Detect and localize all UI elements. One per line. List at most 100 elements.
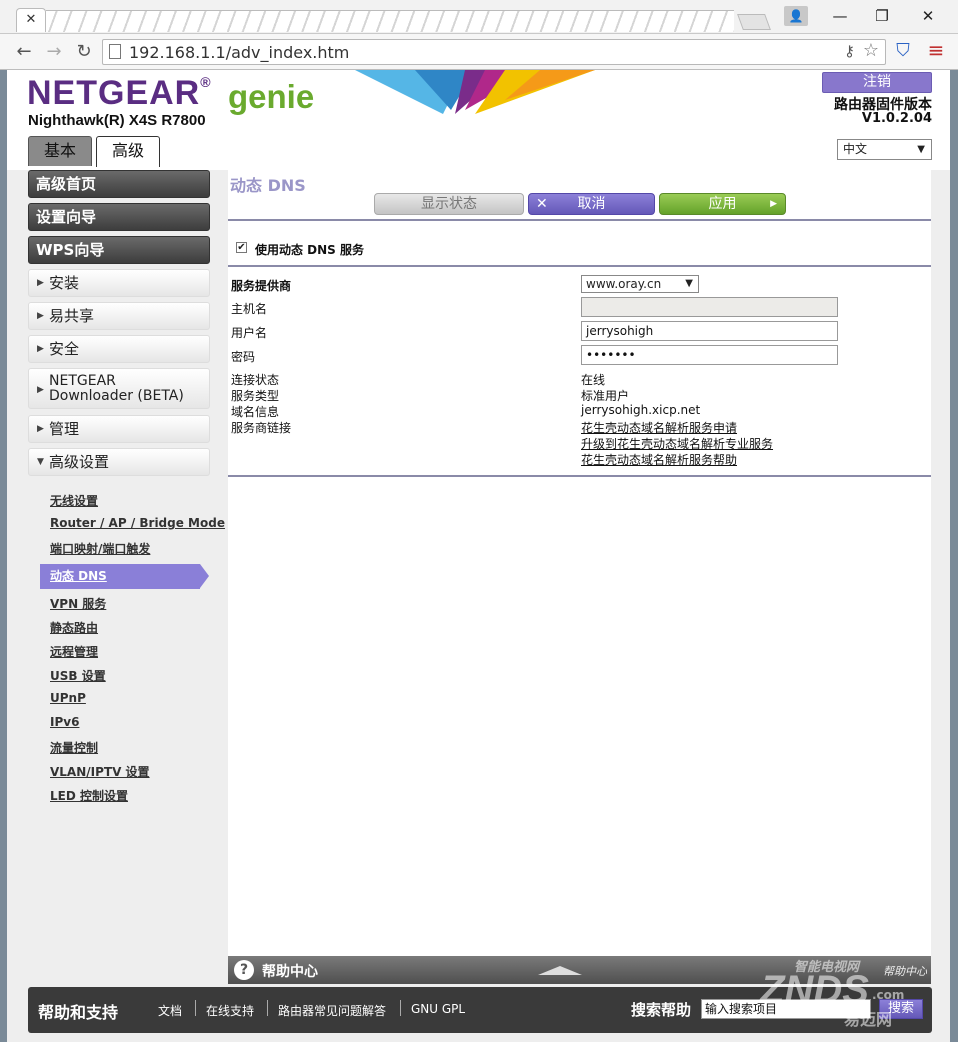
brand-swoosh-graphic xyxy=(355,70,595,114)
provider-links-label: 服务商链接 xyxy=(231,421,292,435)
sidebar-item-admin[interactable]: ▶ 管理 xyxy=(28,415,210,443)
divider xyxy=(228,475,931,477)
profile-icon[interactable]: 👤 xyxy=(784,6,808,26)
netgear-logo: NETGEAR® xyxy=(27,74,212,112)
chevron-right-icon: ▶ xyxy=(37,311,44,321)
language-select[interactable]: 中文 ▼ xyxy=(837,139,932,160)
sidebar-item-advanced-setup[interactable]: ▼ 高级设置 xyxy=(28,448,210,476)
bookmark-star-icon[interactable]: ☆ xyxy=(863,40,879,61)
provider-label: 服务提供商 xyxy=(231,279,292,293)
host-label: 主机名 xyxy=(231,302,268,316)
registered-mark: ® xyxy=(200,74,212,90)
tab-basic[interactable]: 基本 xyxy=(28,136,92,166)
browser-tabstrip: ✕ 👤 — ❐ ✕ xyxy=(0,0,958,34)
search-help-label: 搜索帮助 xyxy=(631,1001,692,1019)
use-ddns-label: 使用动态 DNS 服务 xyxy=(255,243,365,257)
footer-separator xyxy=(195,1000,196,1016)
username-input[interactable]: jerrysohigh xyxy=(581,321,838,341)
page-viewport: NETGEAR® genie Nighthawk(R) X4S R7800 注销… xyxy=(7,70,950,1042)
sub-link-dynamic-dns[interactable]: 动态 DNS xyxy=(40,564,200,589)
chevron-right-icon: ▶ xyxy=(770,199,777,209)
divider xyxy=(228,265,931,267)
sidebar-item-wps-wizard[interactable]: WPS向导 xyxy=(28,236,210,264)
sub-link-ipv6[interactable]: IPv6 xyxy=(50,715,79,729)
sidebar-item-setup[interactable]: ▶ 安装 xyxy=(28,269,210,297)
status-label: 连接状态 xyxy=(231,373,280,387)
sub-link-router-mode[interactable]: Router / AP / Bridge Mode xyxy=(50,516,225,530)
domain-label: 域名信息 xyxy=(231,405,280,419)
sub-link-traffic-control[interactable]: 流量控制 xyxy=(50,739,98,756)
sidebar-item-security[interactable]: ▶ 安全 xyxy=(28,335,210,363)
chevron-down-icon: ▼ xyxy=(37,457,44,467)
sidebar-item-downloader[interactable]: ▶ NETGEAR Downloader (BETA) xyxy=(28,368,210,409)
site-watermark: 智能电视网 ZNDS .com 易迈网 xyxy=(742,950,952,1040)
sub-link-wireless[interactable]: 无线设置 xyxy=(50,492,98,509)
chevron-up-icon[interactable] xyxy=(538,966,582,975)
desktop-edge-left xyxy=(0,70,7,1042)
host-input[interactable] xyxy=(581,297,838,317)
chevron-right-icon: ▶ xyxy=(37,278,44,288)
sub-link-led-control[interactable]: LED 控制设置 xyxy=(50,787,128,804)
tab-advanced[interactable]: 高级 xyxy=(96,136,160,167)
sub-link-upnp[interactable]: UPnP xyxy=(50,691,86,705)
browser-tabs-strip[interactable] xyxy=(46,10,734,32)
password-label: 密码 xyxy=(231,350,256,364)
chevron-down-icon: ▼ xyxy=(685,278,693,289)
show-status-button[interactable]: 显示状态 xyxy=(374,193,524,215)
footer-link-faq[interactable]: 路由器常见问题解答 xyxy=(278,1002,386,1019)
username-label: 用户名 xyxy=(231,326,268,340)
chevron-right-icon: ▶ xyxy=(37,385,44,395)
chevron-right-icon: ▶ xyxy=(37,424,44,434)
footer-link-gpl[interactable]: GNU GPL xyxy=(411,1002,465,1016)
divider xyxy=(228,219,931,221)
use-ddns-checkbox[interactable]: ✔ xyxy=(236,242,247,253)
menu-icon[interactable]: ≡ xyxy=(926,38,946,64)
active-indicator-arrow xyxy=(200,564,209,588)
sidebar-item-readyshare[interactable]: ▶ 易共享 xyxy=(28,302,210,330)
provider-select[interactable]: www.oray.cn ▼ xyxy=(581,275,699,293)
sub-link-remote-mgmt[interactable]: 远程管理 xyxy=(50,643,98,660)
genie-logo: genie xyxy=(228,78,315,115)
window-close-button[interactable]: ✕ xyxy=(908,2,948,30)
footer-link-docs[interactable]: 文档 xyxy=(158,1002,182,1019)
status-value: 在线 xyxy=(581,373,606,387)
footer-title: 帮助和支持 xyxy=(38,1003,119,1022)
sub-link-static-routes[interactable]: 静态路由 xyxy=(50,619,98,636)
help-center-label: 帮助中心 xyxy=(262,964,318,980)
new-tab-button[interactable] xyxy=(737,14,771,30)
service-type-value: 标准用户 xyxy=(581,389,630,403)
close-icon: ✕ xyxy=(536,196,548,212)
main-panel: 动态 DNS 显示状态 ✕ 取消 应用 ▶ ✔ 使用动态 DNS 服务 服务提供商 … xyxy=(228,170,931,958)
watermark-domain-text: .com xyxy=(872,988,905,1002)
domain-value: jerrysohigh.xicp.net xyxy=(581,403,701,417)
sub-link-usb[interactable]: USB 设置 xyxy=(50,667,106,684)
footer-separator xyxy=(400,1000,401,1016)
cancel-button[interactable]: ✕ 取消 xyxy=(528,193,655,215)
link-service-help[interactable]: 花生壳动态域名解析服务帮助 xyxy=(581,451,737,468)
sub-link-port-forwarding[interactable]: 端口映射/端口触发 xyxy=(50,540,150,557)
chevron-right-icon: ▶ xyxy=(37,344,44,354)
footer-link-online-support[interactable]: 在线支持 xyxy=(206,1002,254,1019)
reload-icon[interactable]: ↻ xyxy=(72,40,96,64)
url-input[interactable]: 192.168.1.1/adv_index.htm ⚷ ☆ xyxy=(102,39,886,65)
sidebar-item-setup-wizard[interactable]: 设置向导 xyxy=(28,203,210,231)
chevron-down-icon: ▼ xyxy=(917,144,925,155)
page-icon xyxy=(109,44,121,59)
watermark-sub-text: 易迈网 xyxy=(844,1010,893,1029)
minimize-button[interactable]: — xyxy=(820,2,860,30)
sub-link-vlan-iptv[interactable]: VLAN/IPTV 设置 xyxy=(50,763,150,780)
link-apply-service[interactable]: 花生壳动态域名解析服务申请 xyxy=(581,419,737,436)
address-bar: ← → ↻ 192.168.1.1/adv_index.htm ⚷ ☆ ⛉ ≡ xyxy=(0,34,958,70)
sub-link-vpn[interactable]: VPN 服务 xyxy=(50,595,106,612)
logout-button[interactable]: 注销 xyxy=(822,72,932,93)
forward-icon[interactable]: → xyxy=(42,40,66,64)
back-icon[interactable]: ← xyxy=(12,40,36,64)
link-upgrade-service[interactable]: 升级到花生壳动态域名解析专业服务 xyxy=(581,435,773,452)
close-tab-button[interactable]: ✕ xyxy=(16,8,46,32)
sidebar-item-adv-home[interactable]: 高级首页 xyxy=(28,170,210,198)
maximize-button[interactable]: ❐ xyxy=(862,2,902,30)
apply-button[interactable]: 应用 ▶ xyxy=(659,193,786,215)
key-icon[interactable]: ⚷ xyxy=(844,42,855,60)
shield-icon[interactable]: ⛉ xyxy=(893,40,913,62)
password-input[interactable]: ••••••• xyxy=(581,345,838,365)
